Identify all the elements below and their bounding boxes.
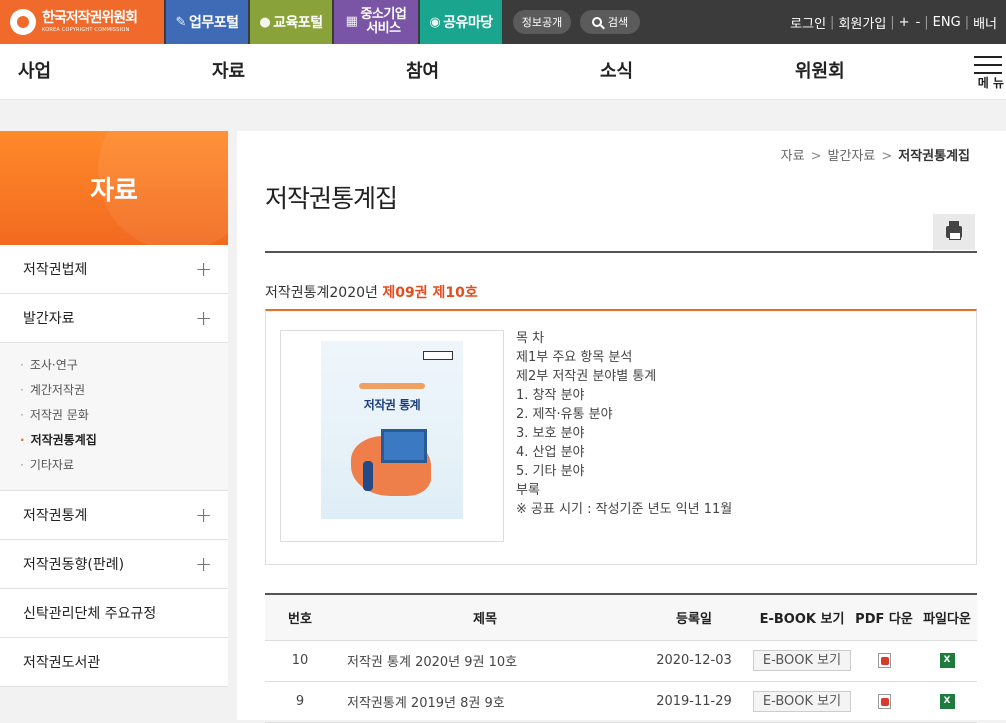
portal-work-button[interactable]: ✎ 업무포털 [166,0,248,44]
main-content: 자료 > 발간자료 > 저작권통계집 저작권통계집 저작권통계2020년 제09권 제1… [237,131,1006,723]
zoom-in-button[interactable]: + [896,15,913,30]
table-row: 9 저작권통계 2019년 8권 9호 2019-11-29 E-BOOK 보기… [265,681,977,723]
printer-icon [946,221,962,240]
info-disclosure-button[interactable]: 정보공개 [513,10,571,34]
row-title-link[interactable]: 저작권 통계 2020년 9권 10호 [335,640,635,682]
pen-icon: ✎ [175,14,187,30]
portal-edu-button[interactable]: ● 교육포털 [250,0,332,44]
breadcrumb-item[interactable]: 자료 [781,149,805,164]
publication-subtitle: 저작권통계2020년 제09권 제10호 [265,285,478,301]
row-title-link[interactable]: 저작권통계 2019년 8권 9호 [335,681,635,723]
cover-image: 저작권 통계 [321,341,463,533]
utility-links: 로그인 | 회원가입 | + - | ENG | 배너 [787,0,1000,44]
plus-icon: + [195,257,212,281]
pdf-download-icon[interactable] [877,653,891,668]
ebook-button[interactable]: E-BOOK 보기 [753,650,851,671]
ebook-button[interactable]: E-BOOK 보기 [753,691,851,712]
logo-icon [10,9,36,35]
row-number: 10 [265,640,335,682]
toc-line: 2. 제작·유통 분야 [516,407,613,422]
sidebar-item-trends[interactable]: 저작권동향(판례) + [0,540,228,589]
toc-line: 부록 [516,483,540,498]
nav-participation[interactable]: 참여 [406,44,439,100]
nav-committee[interactable]: 위원회 [795,44,845,100]
col-file: 파일다운 [917,594,977,641]
logo-subtitle: KOREA COPYRIGHT COMMISSION [42,27,130,33]
logo[interactable]: 한국저작권위원회 KOREA COPYRIGHT COMMISSION [0,0,164,44]
col-date: 등록일 [635,594,753,641]
toc-line: 4. 산업 분야 [516,445,585,460]
sub-item-culture[interactable]: · 저작권 문화 [20,403,228,428]
sub-item-research[interactable]: · 조사·연구 [20,353,228,378]
table-header-row: 번호 제목 등록일 E-BOOK 보기 PDF 다운 파일다운 [265,594,977,641]
nav-news[interactable]: 소식 [600,44,633,100]
title-divider [265,251,977,253]
zoom-out-button[interactable]: - [913,15,924,30]
sidebar: 저작권법제 + 발간자료 + · 조사·연구 · 계간저작권 · 저작권 문화 · 저작권통… [0,245,228,687]
pdf-download-icon[interactable] [877,694,891,709]
sidebar-title: 자료 [0,91,258,251]
col-ebook: E-BOOK 보기 [753,594,851,641]
toc-line: ※ 공표 시기 : 작성기준 년도 익년 11월 [516,502,733,517]
publication-detail: 저작권 통계 목 차 제1부 주요 항목 분석 제2부 저작권 분야별 통계 1… [265,309,977,565]
share-icon: ◉ [429,14,441,30]
col-pdf: PDF 다운 [851,594,917,641]
toc-line: 제2부 저작권 분야별 통계 [516,369,657,384]
cover-thumbnail[interactable]: 저작권 통계 [280,330,504,542]
table-row: 10 저작권 통계 2020년 9권 10호 2020-12-03 E-BOOK… [265,640,977,682]
sub-item-quarterly[interactable]: · 계간저작권 [20,378,228,403]
portal-share-button[interactable]: ◉ 공유마당 [420,0,502,44]
col-number: 번호 [265,594,335,641]
toc-line: 5. 기타 분야 [516,464,585,479]
open-badge-icon [423,351,453,360]
language-link[interactable]: ENG [930,15,964,30]
sidebar-item-trust-rules[interactable]: 신탁관리단체 주요규정 [0,589,228,638]
plus-icon: + [195,552,212,576]
table-of-contents: 목 차 제1부 주요 항목 분석 제2부 저작권 분야별 통계 1. 창작 분야… [516,329,732,519]
search-button[interactable]: 검색 [580,10,640,34]
plus-icon: + [195,503,212,527]
mic-icon: ● [259,14,271,30]
logo-title: 한국저작권위원회 [42,10,138,26]
breadcrumb-current: 저작권통계집 [898,149,970,164]
sub-item-statistics[interactable]: · 저작권통계집 [20,428,228,453]
row-number: 9 [265,681,335,723]
sub-item-other[interactable]: · 기타자료 [20,453,228,478]
main-navigation: 사업 자료 참여 소식 위원회 메 뉴 [0,44,1006,100]
publication-table: 번호 제목 등록일 E-BOOK 보기 PDF 다운 파일다운 10 저작권 통… [265,593,977,723]
plus-icon: + [195,306,212,330]
breadcrumb: 자료 > 발간자료 > 저작권통계집 [780,149,970,164]
building-icon: ▦ [345,14,358,30]
login-link[interactable]: 로그인 [787,13,829,32]
sidebar-submenu: · 조사·연구 · 계간저작권 · 저작권 문화 · 저작권통계집 · 기타자료 [0,343,228,491]
sidebar-item-law[interactable]: 저작권법제 + [0,245,228,294]
portal-sme-button[interactable]: ▦ 중소기업 서비스 [334,0,418,44]
signup-link[interactable]: 회원가입 [835,13,889,32]
top-bar: 한국저작권위원회 KOREA COPYRIGHT COMMISSION ✎ 업무포… [0,0,1006,44]
menu-label[interactable]: 메 뉴 [978,74,1004,91]
toc-line: 1. 창작 분야 [516,388,585,403]
excel-download-icon[interactable]: X [939,694,955,709]
nav-business[interactable]: 사업 [18,44,51,100]
search-icon [591,17,602,27]
sidebar-item-library[interactable]: 저작권도서관 [0,638,228,687]
excel-download-icon[interactable]: X [939,653,955,668]
nav-resources[interactable]: 자료 [212,44,245,100]
sidebar-item-stats[interactable]: 저작권통계 + [0,491,228,540]
cover-title: 저작권 통계 [363,398,421,412]
toc-line: 3. 보호 분야 [516,426,585,441]
toc-line: 목 차 [516,331,545,346]
row-date: 2019-11-29 [635,681,753,723]
banner-link[interactable]: 배너 [970,13,1000,32]
sidebar-item-publications[interactable]: 발간자료 + [0,294,228,343]
col-title: 제목 [335,594,635,641]
print-button[interactable] [933,214,975,250]
page-title: 저작권통계집 [265,184,398,213]
row-date: 2020-12-03 [635,640,753,682]
toc-line: 제1부 주요 항목 분석 [516,350,633,365]
breadcrumb-item[interactable]: 발간자료 [827,149,875,164]
